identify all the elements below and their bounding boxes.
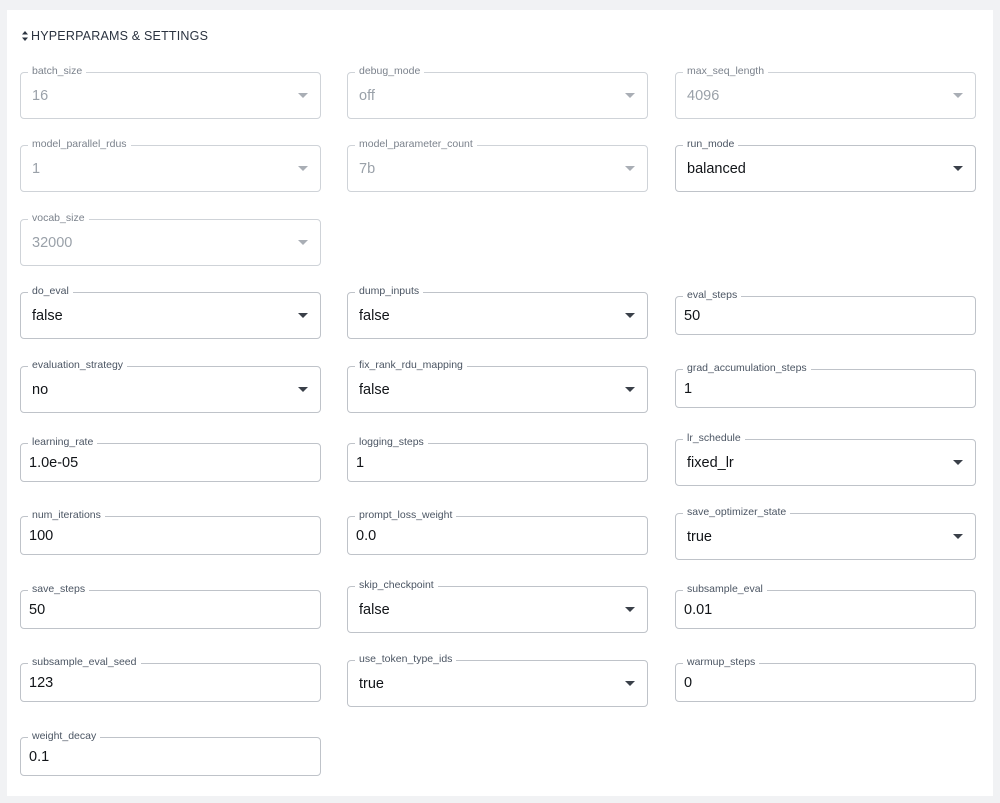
field-label: skip_checkpoint <box>355 579 438 592</box>
field-label: dump_inputs <box>355 285 424 298</box>
chevron-down-icon <box>953 165 963 171</box>
chevron-down-icon <box>953 459 963 465</box>
field-label: model_parameter_count <box>355 138 477 151</box>
field-value: false <box>359 381 390 398</box>
field-value: 1 <box>684 380 693 397</box>
field-label: num_iterations <box>28 509 105 522</box>
field-label: vocab_size <box>28 212 89 225</box>
field-label: subsample_eval_seed <box>28 656 141 669</box>
field-label: debug_mode <box>355 65 425 78</box>
max-seq-length-select[interactable]: max_seq_length 4096 <box>675 65 976 119</box>
field-value: false <box>359 601 390 618</box>
field-value: 0.1 <box>29 748 50 765</box>
field-label: subsample_eval <box>683 583 767 596</box>
section-header-hyperparams[interactable]: HYPERPARAMS & SETTINGS <box>22 26 208 46</box>
field-label: use_token_type_ids <box>355 653 457 666</box>
evaluation-strategy-select[interactable]: evaluation_strategy no <box>20 359 321 413</box>
field-value: true <box>359 675 384 692</box>
chevron-down-icon <box>298 312 308 318</box>
eval-steps-input[interactable]: eval_steps 50 <box>675 289 976 335</box>
field-value: 100 <box>29 527 54 544</box>
field-label: fix_rank_rdu_mapping <box>355 359 467 372</box>
chevron-down-icon <box>298 165 308 171</box>
model-parameter-count-select[interactable]: model_parameter_count 7b <box>347 138 648 192</box>
chevron-down-icon <box>953 533 963 539</box>
field-value: 0.01 <box>684 601 713 618</box>
field-label: logging_steps <box>355 436 428 449</box>
chevron-down-icon <box>953 92 963 98</box>
field-value: 1 <box>356 454 365 471</box>
field-value: 50 <box>29 601 46 618</box>
subsample-eval-input[interactable]: subsample_eval 0.01 <box>675 583 976 629</box>
num-iterations-input[interactable]: num_iterations 100 <box>20 509 321 555</box>
batch-size-select[interactable]: batch_size 16 <box>20 65 321 119</box>
lr-schedule-select[interactable]: lr_schedule fixed_lr <box>675 432 976 486</box>
field-value: false <box>359 307 390 324</box>
learning-rate-input[interactable]: learning_rate 1.0e-05 <box>20 436 321 482</box>
vocab-size-select[interactable]: vocab_size 32000 <box>20 212 321 266</box>
field-label: warmup_steps <box>683 656 760 669</box>
field-label: learning_rate <box>28 436 98 449</box>
chevron-down-icon <box>625 680 635 686</box>
chevron-down-icon <box>625 386 635 392</box>
sort-arrows-icon <box>22 30 28 42</box>
chevron-down-icon <box>625 92 635 98</box>
chevron-down-icon <box>298 92 308 98</box>
warmup-steps-input[interactable]: warmup_steps 0 <box>675 656 976 702</box>
fix-rank-rdu-mapping-select[interactable]: fix_rank_rdu_mapping false <box>347 359 648 413</box>
field-value: 4096 <box>687 87 720 104</box>
field-label: weight_decay <box>28 730 101 743</box>
field-value: fixed_lr <box>687 454 734 471</box>
field-value: false <box>32 307 63 324</box>
field-value: 123 <box>29 674 54 691</box>
field-label: lr_schedule <box>683 432 745 445</box>
debug-mode-select[interactable]: debug_mode off <box>347 65 648 119</box>
field-label: save_steps <box>28 583 90 596</box>
field-label: batch_size <box>28 65 87 78</box>
chevron-down-icon <box>298 239 308 245</box>
field-label: max_seq_length <box>683 65 769 78</box>
section-title: HYPERPARAMS & SETTINGS <box>31 29 209 43</box>
save-optimizer-state-select[interactable]: save_optimizer_state true <box>675 506 976 560</box>
save-steps-input[interactable]: save_steps 50 <box>20 583 321 629</box>
chevron-down-icon <box>625 606 635 612</box>
field-value: no <box>32 381 49 398</box>
field-label: save_optimizer_state <box>683 506 791 519</box>
field-label: run_mode <box>683 138 739 151</box>
field-value: 0.0 <box>356 527 377 544</box>
field-label: evaluation_strategy <box>28 359 128 372</box>
field-value: 1.0e-05 <box>29 454 79 471</box>
skip-checkpoint-select[interactable]: skip_checkpoint false <box>347 579 648 633</box>
field-value: 32000 <box>32 234 73 251</box>
run-mode-select[interactable]: run_mode balanced <box>675 138 976 192</box>
field-value: off <box>359 87 375 104</box>
use-token-type-ids-select[interactable]: use_token_type_ids true <box>347 653 648 707</box>
field-value: true <box>687 528 712 545</box>
field-value: 16 <box>32 87 49 104</box>
subsample-eval-seed-input[interactable]: subsample_eval_seed 123 <box>20 656 321 702</box>
chevron-down-icon <box>298 386 308 392</box>
field-label: prompt_loss_weight <box>355 509 457 522</box>
field-value: 0 <box>684 674 693 691</box>
weight-decay-input[interactable]: weight_decay 0.1 <box>20 730 321 776</box>
logging-steps-input[interactable]: logging_steps 1 <box>347 436 648 482</box>
field-value: 50 <box>684 307 701 324</box>
model-parallel-rdus-select[interactable]: model_parallel_rdus 1 <box>20 138 321 192</box>
field-label: do_eval <box>28 285 73 298</box>
field-label: grad_accumulation_steps <box>683 362 811 375</box>
prompt-loss-weight-input[interactable]: prompt_loss_weight 0.0 <box>347 509 648 555</box>
chevron-down-icon <box>625 165 635 171</box>
do-eval-select[interactable]: do_eval false <box>20 285 321 339</box>
field-label: eval_steps <box>683 289 742 302</box>
field-value: 7b <box>359 160 376 177</box>
grad-accumulation-steps-input[interactable]: grad_accumulation_steps 1 <box>675 362 976 408</box>
chevron-down-icon <box>625 312 635 318</box>
field-label: model_parallel_rdus <box>28 138 131 151</box>
field-value: 1 <box>32 160 41 177</box>
field-value: balanced <box>687 160 746 177</box>
dump-inputs-select[interactable]: dump_inputs false <box>347 285 648 339</box>
